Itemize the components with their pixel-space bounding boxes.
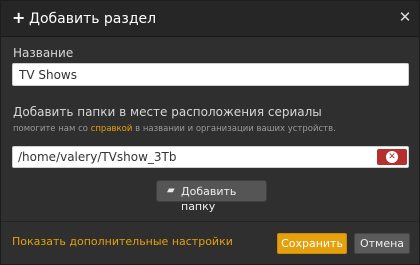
help-prefix: помогите нам со (13, 124, 88, 134)
folders-section-label: Добавить папки в месте расположения сери… (13, 105, 322, 119)
folders-help-text: помогите нам со справкой в названии и ор… (13, 124, 336, 135)
footer-divider (1, 221, 419, 222)
help-link[interactable]: справкой (91, 124, 133, 134)
folder-add-icon: ▰ (167, 185, 175, 196)
add-folder-button[interactable]: ▰ Добавить папку (156, 180, 267, 213)
plus-icon: + (12, 8, 26, 27)
dialog-header: + Добавить раздел ✕ (1, 1, 419, 37)
folder-path-text: /home/valery/TVshow_3Tb (18, 150, 177, 164)
cancel-button[interactable]: Отмена (354, 233, 410, 254)
remove-icon: ✕ (386, 151, 398, 163)
name-field-label: Название (13, 46, 74, 60)
close-icon[interactable]: ✕ (397, 9, 413, 25)
library-name-input[interactable] (12, 63, 409, 86)
dialog-title: Добавить раздел (29, 11, 157, 27)
remove-folder-button[interactable]: ✕ (377, 149, 407, 165)
help-suffix: в названии и организации ваших устройств… (135, 124, 336, 134)
add-folder-label: Добавить папку (181, 185, 237, 213)
add-library-dialog: + Добавить раздел ✕ Название Добавить па… (0, 0, 420, 265)
folder-path-row: /home/valery/TVshow_3Tb ✕ (12, 146, 409, 168)
show-advanced-settings-link[interactable]: Показать дополнительные настройки (12, 235, 233, 249)
save-button[interactable]: Сохранить (277, 233, 347, 254)
